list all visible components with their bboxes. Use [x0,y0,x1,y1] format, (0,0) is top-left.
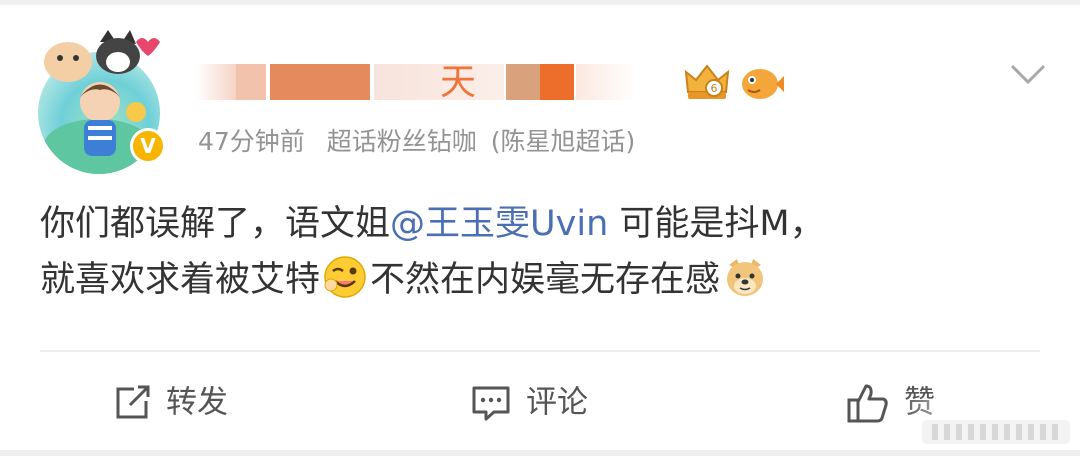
avatar-pets-icon [44,30,160,82]
mention-link[interactable]: @王玉雯Uvin [390,204,608,244]
actions-divider [40,350,1040,352]
content-text: 就喜欢求着被艾特 [40,260,321,300]
post-topic[interactable]: (陈星旭超话) [491,127,636,156]
blur-segment [374,64,504,100]
chevron-down-icon[interactable] [1008,60,1048,88]
blur-segment [270,64,370,100]
repost-icon [116,385,150,418]
content-text: 你们都误解了，语文姐 [40,204,391,244]
content-text: 不然在内娱毫无存在感 [370,260,721,300]
post-source[interactable]: 超话粉丝钻咖 [327,127,477,156]
author-avatar[interactable]: V [30,22,170,174]
content-text: 可能是抖M， [619,204,825,244]
blur-segment [506,64,540,100]
post-meta: 47分钟前 超话粉丝钻咖 (陈星旭超话) [198,122,649,162]
author-name[interactable] [196,60,636,106]
post-time: 47分钟前 [198,127,305,156]
wink-emoji-icon [324,256,366,298]
thumbs-up-icon [847,384,888,422]
verified-badge: V [130,128,166,164]
blur-segment [236,64,266,100]
svg-text:6: 6 [711,82,718,95]
blur-segment [576,64,636,100]
crown-badge-icon: 6 [684,64,730,99]
comment-label: 评论 [526,384,588,421]
comment-button[interactable]: 评论 [470,376,588,426]
post-content: 你们都误解了，语文姐@王玉雯Uvin 可能是抖M， 就喜欢求着被艾特 不然在内娱… [40,196,1050,308]
fish-badge-icon [742,69,784,99]
doge-emoji-icon [727,259,764,296]
repost-label: 转发 [166,384,228,421]
blur-segment [196,64,236,100]
repost-button[interactable]: 转发 [112,376,228,426]
top-separator [0,0,1080,5]
author-name-suffix: 天 [440,62,477,103]
watermark-stripes-icon [922,420,1070,444]
blur-segment [540,64,574,100]
bottom-separator [0,450,1080,456]
comment-icon [472,386,510,420]
